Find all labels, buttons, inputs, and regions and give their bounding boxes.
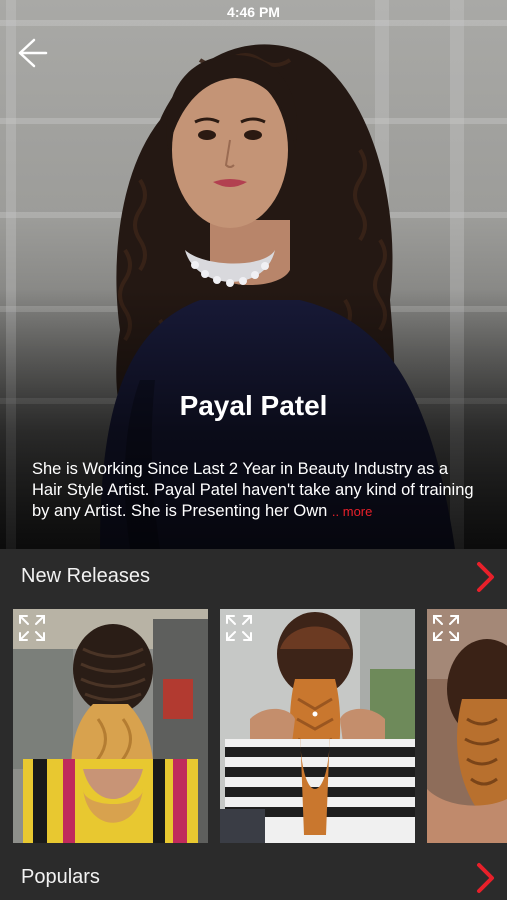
- expand-icon[interactable]: [431, 613, 461, 643]
- section-new-releases[interactable]: New Releases: [0, 551, 507, 603]
- read-more-link[interactable]: .. more: [332, 504, 372, 519]
- back-button[interactable]: [14, 36, 50, 70]
- artist-description: She is Working Since Last 2 Year in Beau…: [32, 459, 480, 522]
- arrow-left-icon: [18, 38, 48, 68]
- artist-profile-screen: 4:46 PM Payal Patel She is Working Since…: [0, 0, 507, 900]
- new-releases-carousel[interactable]: [0, 609, 507, 843]
- chevron-right-icon: [477, 562, 494, 592]
- status-bar-time: 4:46 PM: [227, 4, 280, 20]
- artist-description-text: She is Working Since Last 2 Year in Beau…: [32, 460, 474, 520]
- see-all-new-releases-button[interactable]: [473, 561, 497, 593]
- section-populars[interactable]: Populars: [0, 852, 507, 900]
- hairstyle-card[interactable]: [427, 609, 507, 843]
- hairstyle-thumbnail: [220, 609, 415, 843]
- section-title: Populars: [21, 866, 100, 888]
- hero-banner: 4:46 PM Payal Patel She is Working Since…: [0, 0, 507, 549]
- hairstyle-thumbnail: [427, 609, 507, 843]
- expand-icon[interactable]: [224, 613, 254, 643]
- artist-name: Payal Patel: [179, 390, 328, 421]
- hairstyle-card[interactable]: [13, 609, 208, 843]
- hairstyle-card[interactable]: [220, 609, 415, 843]
- hairstyle-thumbnail: [13, 609, 208, 843]
- chevron-right-icon: [477, 863, 494, 893]
- see-all-populars-button[interactable]: [473, 862, 497, 894]
- expand-icon[interactable]: [17, 613, 47, 643]
- section-title: New Releases: [21, 565, 150, 587]
